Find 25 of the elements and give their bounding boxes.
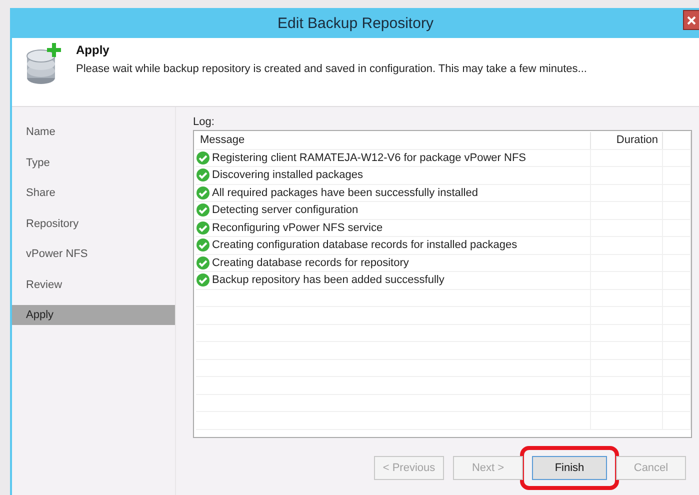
sidebar-item[interactable]: Name	[12, 117, 175, 148]
log-message: All required packages have been successfully installed	[212, 186, 478, 199]
sidebar-item[interactable]: Review	[12, 270, 175, 300]
log-message: Creating database records for repository	[212, 256, 409, 269]
log-message: Detecting server configuration	[212, 204, 358, 216]
wizard-button[interactable]: Finish	[532, 456, 607, 480]
log-message: Creating configuration database records for installed packages	[212, 239, 518, 252]
close-icon	[687, 16, 696, 24]
close-button[interactable]	[683, 10, 699, 30]
sidebar-item[interactable]: Share	[12, 178, 175, 208]
sidebar-item[interactable]: vPower NFS	[12, 239, 175, 270]
column-header[interactable]: Duration	[591, 132, 663, 148]
log-message: Registering client RAMATEJA-W12-V6 for package vPower NFS	[212, 152, 526, 164]
sidebar-item[interactable]: Type	[12, 148, 175, 178]
log-label: Log:	[193, 116, 216, 128]
step-description: Please wait while backup repository is created and saved in configuration. This may take a few minutes...	[76, 63, 587, 75]
column-header[interactable]: Message	[196, 132, 591, 148]
sidebar-item[interactable]: Apply	[12, 305, 175, 325]
log-message: Reconfiguring vPower NFS service	[212, 222, 383, 234]
window-title: Edit Backup Repository	[278, 14, 434, 32]
database-add-icon	[26, 42, 62, 86]
log-message: Discovering installed packages	[212, 169, 364, 182]
sidebar-item[interactable]: Repository	[12, 208, 175, 239]
log-message: Backup repository has been added successfully	[212, 274, 444, 286]
step-title: Apply	[76, 43, 110, 57]
